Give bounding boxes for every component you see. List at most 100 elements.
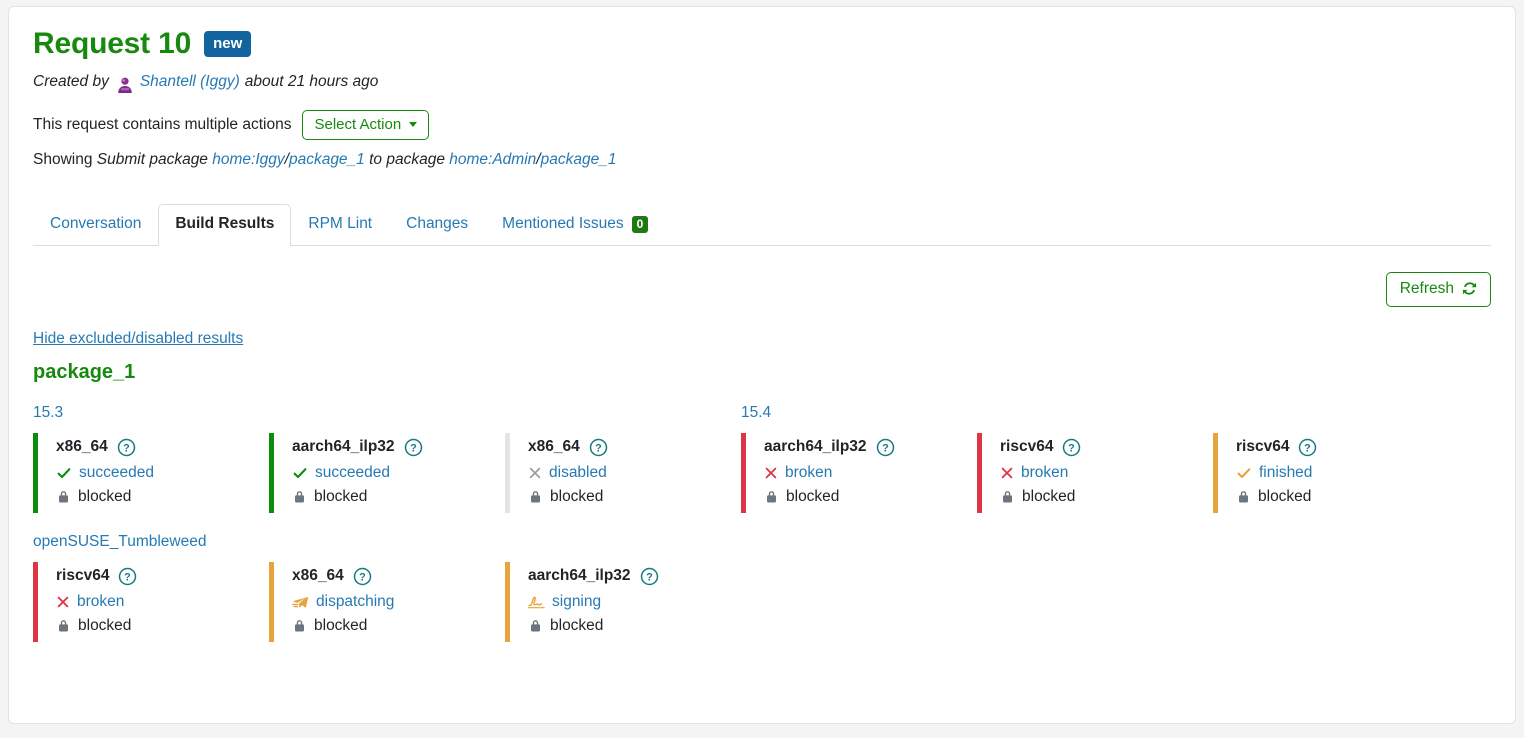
multiple-actions-row: This request contains multiple actions S… bbox=[33, 110, 1491, 140]
source-project-link[interactable]: home:Iggy bbox=[212, 151, 284, 168]
status-badge: new bbox=[204, 31, 251, 57]
select-action-label: Select Action bbox=[314, 117, 401, 132]
blocked-label: blocked bbox=[78, 488, 131, 506]
build-status-link[interactable]: broken bbox=[785, 464, 832, 482]
build-status-link[interactable]: dispatching bbox=[316, 593, 394, 611]
refresh-button[interactable]: Refresh bbox=[1386, 272, 1491, 307]
lock-icon bbox=[292, 489, 307, 504]
build-status-row: dispatching bbox=[292, 592, 505, 612]
lock-icon bbox=[56, 489, 71, 504]
build-status-link[interactable]: signing bbox=[552, 593, 601, 611]
target-package-link[interactable]: package_1 bbox=[541, 151, 617, 168]
svg-text:?: ? bbox=[410, 442, 417, 454]
lock-icon bbox=[528, 489, 543, 504]
build-status-link[interactable]: succeeded bbox=[315, 464, 390, 482]
build-status-link[interactable]: finished bbox=[1259, 464, 1312, 482]
card-header: aarch64_ilp32 ? bbox=[292, 438, 505, 457]
build-status-link[interactable]: broken bbox=[77, 593, 124, 611]
build-result-card: aarch64_ilp32 ? broken blocked bbox=[741, 433, 977, 513]
card-header: aarch64_ilp32 ? bbox=[764, 438, 977, 457]
build-status-link[interactable]: broken bbox=[1021, 464, 1068, 482]
question-circle-icon[interactable]: ? bbox=[1298, 438, 1317, 457]
build-status-link[interactable]: disabled bbox=[549, 464, 607, 482]
tab-changes[interactable]: Changes bbox=[389, 204, 485, 246]
blocked-label: blocked bbox=[314, 488, 367, 506]
blocked-label: blocked bbox=[1258, 488, 1311, 506]
repository-name-link[interactable]: 15.4 bbox=[741, 404, 771, 422]
blocked-status-row: blocked bbox=[292, 487, 505, 507]
build-result-cards: x86_64 ? succeeded blocked aarch64_ilp32 bbox=[33, 433, 741, 513]
repository-group: openSUSE_Tumbleweed riscv64 ? broken blo… bbox=[33, 533, 741, 642]
build-status-link[interactable]: succeeded bbox=[79, 464, 154, 482]
blocked-label: blocked bbox=[550, 488, 603, 506]
lock-icon bbox=[764, 489, 779, 504]
build-status-row: succeeded bbox=[292, 463, 505, 483]
repository-group: 15.4 aarch64_ilp32 ? broken blocked bbox=[741, 404, 1449, 513]
author-link[interactable]: Shantell (Iggy) bbox=[140, 73, 240, 91]
architecture-label: riscv64 bbox=[1236, 438, 1289, 456]
card-header: x86_64 ? bbox=[292, 567, 505, 586]
question-circle-icon[interactable]: ? bbox=[117, 438, 136, 457]
signature-icon bbox=[528, 594, 545, 609]
showing-action-line: Showing Submit package home:Iggy/package… bbox=[33, 151, 1491, 169]
build-status-row: finished bbox=[1236, 463, 1449, 483]
target-project-link[interactable]: home:Admin bbox=[449, 151, 536, 168]
lock-icon bbox=[1000, 489, 1015, 504]
lock-icon bbox=[1236, 489, 1251, 504]
question-circle-icon[interactable]: ? bbox=[640, 567, 659, 586]
architecture-label: x86_64 bbox=[292, 567, 344, 585]
build-status-row: signing bbox=[528, 592, 741, 612]
architecture-label: aarch64_ilp32 bbox=[292, 438, 395, 456]
question-circle-icon[interactable]: ? bbox=[118, 567, 137, 586]
card-header: riscv64 ? bbox=[1000, 438, 1213, 457]
x-icon bbox=[56, 595, 70, 609]
created-by-line: Created by Shantell (Iggy) about 21 hour… bbox=[33, 72, 1491, 92]
card-header: aarch64_ilp32 ? bbox=[528, 567, 741, 586]
repository-name-link[interactable]: openSUSE_Tumbleweed bbox=[33, 533, 206, 551]
question-circle-icon[interactable]: ? bbox=[1062, 438, 1081, 457]
architecture-label: aarch64_ilp32 bbox=[528, 567, 631, 585]
x-icon bbox=[764, 466, 778, 480]
svg-text:?: ? bbox=[125, 571, 132, 583]
package-title: package_1 bbox=[33, 361, 1491, 384]
tab-rpm-lint[interactable]: RPM Lint bbox=[291, 204, 389, 246]
tab-label: RPM Lint bbox=[308, 215, 372, 234]
architecture-label: x86_64 bbox=[56, 438, 108, 456]
question-circle-icon[interactable]: ? bbox=[404, 438, 423, 457]
build-result-card: riscv64 ? broken blocked bbox=[33, 562, 269, 642]
tab-label: Conversation bbox=[50, 215, 141, 234]
blocked-status-row: blocked bbox=[292, 616, 505, 636]
question-circle-icon[interactable]: ? bbox=[353, 567, 372, 586]
blocked-label: blocked bbox=[1022, 488, 1075, 506]
svg-text:?: ? bbox=[882, 442, 889, 454]
card-header: riscv64 ? bbox=[56, 567, 269, 586]
source-package-link[interactable]: package_1 bbox=[289, 151, 365, 168]
repository-row: 15.3 x86_64 ? succeeded blocked bbox=[33, 404, 1491, 513]
build-result-card: riscv64 ? broken blocked bbox=[977, 433, 1213, 513]
tab-build-results[interactable]: Build Results bbox=[158, 204, 291, 246]
tab-conversation[interactable]: Conversation bbox=[33, 204, 158, 246]
lock-icon bbox=[56, 618, 71, 633]
build-status-row: broken bbox=[764, 463, 977, 483]
blocked-status-row: blocked bbox=[528, 616, 741, 636]
page-title: Request 10 bbox=[33, 29, 191, 59]
hide-excluded-results-link[interactable]: Hide excluded/disabled results bbox=[33, 330, 243, 348]
select-action-button[interactable]: Select Action bbox=[302, 110, 429, 140]
card-header: x86_64 ? bbox=[528, 438, 741, 457]
repository-name-link[interactable]: 15.3 bbox=[33, 404, 63, 422]
lock-icon bbox=[292, 618, 307, 633]
architecture-label: riscv64 bbox=[56, 567, 109, 585]
repositories-container: 15.3 x86_64 ? succeeded blocked bbox=[33, 404, 1491, 642]
blocked-label: blocked bbox=[78, 617, 131, 635]
build-result-card: x86_64 ? dispatching blocked bbox=[269, 562, 505, 642]
blocked-label: blocked bbox=[314, 617, 367, 635]
tab-mentioned-issues[interactable]: Mentioned Issues0 bbox=[485, 204, 665, 246]
blocked-label: blocked bbox=[786, 488, 839, 506]
question-circle-icon[interactable]: ? bbox=[589, 438, 608, 457]
svg-text:?: ? bbox=[359, 571, 366, 583]
build-result-card: aarch64_ilp32 ? signing blocked bbox=[505, 562, 741, 642]
blocked-status-row: blocked bbox=[528, 487, 741, 507]
question-circle-icon[interactable]: ? bbox=[876, 438, 895, 457]
svg-text:?: ? bbox=[595, 442, 602, 454]
blocked-status-row: blocked bbox=[764, 487, 977, 507]
